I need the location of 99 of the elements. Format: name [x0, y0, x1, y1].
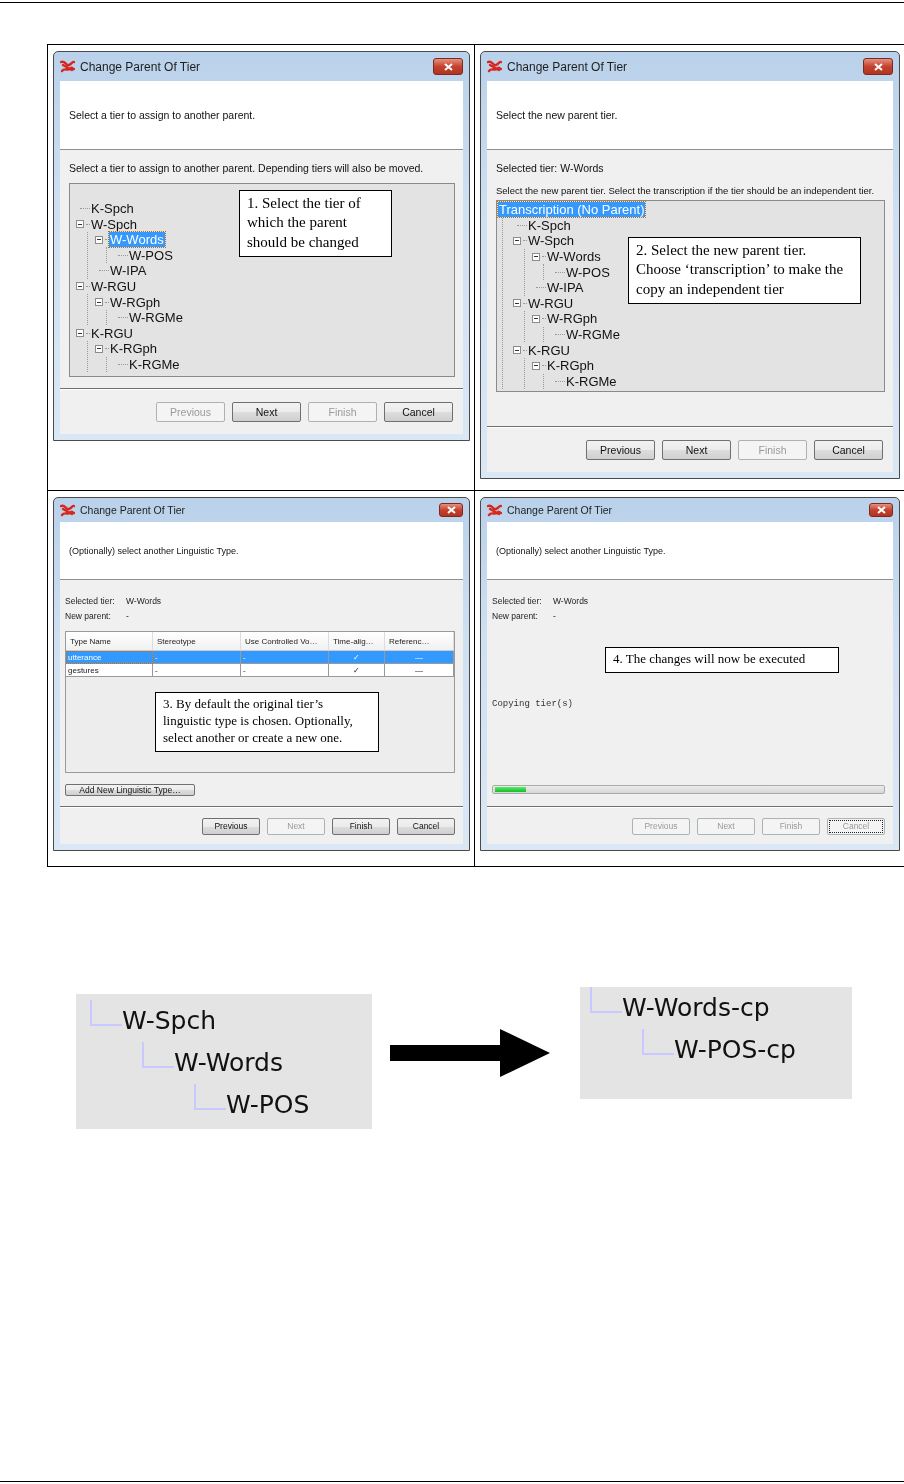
selected-tier-text: Selected tier: W-Words: [496, 162, 605, 176]
table-cell[interactable]: -: [241, 664, 329, 677]
wizard-button[interactable]: Cancel: [814, 440, 883, 460]
connector-line: [142, 1042, 174, 1068]
tree-node[interactable]: K-RGU: [90, 325, 134, 341]
field-label: Selected tier:: [492, 596, 543, 606]
close-icon: [873, 62, 883, 71]
step-description: Select a tier to assign to another parent.: [69, 109, 256, 121]
collapse-toggle[interactable]: [532, 361, 540, 370]
connector-line: [642, 1029, 674, 1055]
table-cell[interactable]: -: [153, 664, 241, 677]
field-value: -: [126, 611, 130, 621]
table-cell[interactable]: —: [385, 664, 454, 677]
wizard-button[interactable]: Cancel: [397, 817, 455, 835]
collapse-toggle[interactable]: [76, 220, 84, 229]
window-title: Change Parent Of Tier: [80, 59, 202, 74]
tree-node[interactable]: W-RGU: [90, 278, 138, 294]
annotation-callout: 1. Select the tier of which the parent should be changed: [239, 189, 392, 258]
squiggle-icon: [60, 503, 75, 517]
tree-node[interactable]: W-RGMe: [565, 327, 621, 343]
wizard-button[interactable]: Previous: [586, 440, 655, 460]
tree-node[interactable]: K-RGph: [109, 341, 158, 357]
table-cell[interactable]: ✓: [329, 664, 385, 677]
field-value: W-Words: [553, 596, 590, 606]
tree-node[interactable]: W-RGph: [546, 311, 599, 327]
collapse-toggle[interactable]: [513, 299, 521, 308]
column-header[interactable]: Use Controlled Vo…: [241, 632, 329, 651]
instruction-text: Select a tier to assign to another parent. Depending tiers will also be moved.: [69, 162, 425, 176]
step-description: Select the new parent tier.: [496, 109, 618, 121]
tree-node[interactable]: W-POS: [565, 264, 611, 280]
tree-node-label: W-Words: [174, 1047, 283, 1079]
annotation-callout: 4. The changes will now be executed: [605, 647, 839, 673]
tree-node-label: W-POS-cp: [674, 1034, 796, 1066]
collapse-toggle[interactable]: [95, 298, 103, 306]
field-label: Selected tier:: [65, 596, 116, 606]
close-button[interactable]: [869, 503, 893, 517]
squiggle-icon: [487, 60, 502, 73]
close-button[interactable]: [863, 58, 893, 75]
tree-node-label: W-Words-cp: [622, 992, 770, 1024]
window-title: Change Parent Of Tier: [507, 59, 629, 74]
field-value: -: [553, 611, 557, 621]
tree-node[interactable]: W-Words: [546, 249, 602, 265]
tree-node[interactable]: K-RGU: [527, 342, 571, 358]
tree-node[interactable]: K-Spch: [527, 217, 572, 233]
annotation-callout: 2. Select the new parent tier. Choose ‘transcription’ to make the copy an independent tier: [628, 237, 861, 305]
column-header[interactable]: Type Name: [66, 632, 153, 651]
close-icon: [446, 506, 456, 514]
arrow-icon: [390, 1029, 550, 1077]
instruction-text: Select the new parent tier. Select the transcription if the tier should be an independent tier.: [496, 184, 876, 197]
window-title: Change Parent Of Tier: [507, 504, 614, 516]
field-label: New parent:: [65, 611, 112, 621]
wizard-button[interactable]: Previous: [202, 817, 260, 835]
close-button[interactable]: [439, 503, 463, 517]
tree-node[interactable]: W-IPA: [109, 263, 148, 279]
wizard-button[interactable]: Next: [662, 440, 731, 460]
tree-node[interactable]: W-RGU: [527, 295, 575, 311]
tree-node[interactable]: K-RGph: [546, 358, 595, 374]
close-icon: [443, 62, 453, 71]
connector-line: [590, 987, 622, 1013]
step-description: (Optionally) select another Linguistic Type.: [69, 545, 239, 556]
collapse-toggle[interactable]: [532, 314, 540, 323]
add-type-button[interactable]: Add New Linguistic Type…: [65, 784, 195, 796]
tree-node[interactable]: K-RGMe: [128, 356, 181, 372]
status-text: Copying tier(s): [492, 698, 573, 709]
collapse-toggle[interactable]: [76, 282, 84, 291]
window-title: Change Parent Of Tier: [80, 504, 187, 516]
field-label: New parent:: [492, 611, 539, 621]
collapse-toggle[interactable]: [95, 235, 103, 244]
squiggle-icon: [487, 503, 502, 517]
collapse-toggle[interactable]: [95, 344, 103, 353]
wizard-button[interactable]: Finish: [332, 817, 390, 835]
tree-node[interactable]: W-Spch: [527, 233, 575, 249]
squiggle-icon: [60, 60, 75, 73]
tree-node[interactable]: W-POS: [128, 247, 174, 263]
connector-line: [194, 1084, 226, 1110]
collapse-toggle[interactable]: [513, 236, 521, 245]
tree-node[interactable]: W-Spch: [90, 216, 138, 232]
column-header[interactable]: Stereotype: [153, 632, 241, 651]
connector-line: [90, 1000, 122, 1026]
annotation-callout: 3. By default the original tier’s linguistic type is chosen. Optionally, select another or create a new one.: [155, 692, 379, 752]
field-value: W-Words: [126, 596, 163, 606]
collapse-toggle[interactable]: [513, 346, 521, 355]
tree-node[interactable]: K-Spch: [90, 200, 135, 216]
collapse-toggle[interactable]: [76, 329, 84, 338]
column-header[interactable]: Time-alig…: [329, 632, 385, 651]
table-cell[interactable]: gestures: [66, 664, 153, 677]
tree-node-label: W-POS: [226, 1089, 310, 1121]
collapse-toggle[interactable]: [532, 252, 540, 261]
tree-node[interactable]: W-RGMe: [128, 310, 184, 326]
step-description: (Optionally) select another Linguistic Type.: [496, 545, 666, 556]
tree-node[interactable]: W-IPA: [546, 280, 585, 296]
tree-node[interactable]: W-RGph: [109, 294, 162, 310]
close-button[interactable]: [433, 58, 463, 75]
column-header[interactable]: Referenc…: [385, 632, 454, 651]
tree-node[interactable]: K-RGMe: [565, 373, 618, 389]
close-icon: [876, 506, 886, 514]
wizard-button[interactable]: Next: [232, 402, 301, 422]
tree-node-label: W-Spch: [122, 1005, 217, 1037]
wizard-button[interactable]: Cancel: [384, 402, 453, 422]
